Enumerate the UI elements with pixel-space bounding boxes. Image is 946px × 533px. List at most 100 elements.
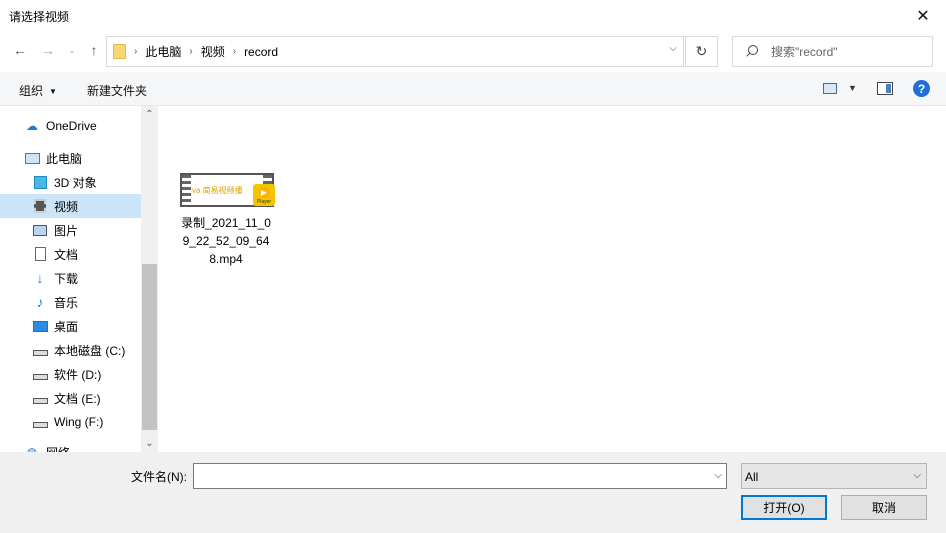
- breadcrumb-videos[interactable]: 视频: [201, 43, 225, 60]
- nav-item-label: 视频: [54, 199, 79, 214]
- chevron-down-icon: ⌵: [913, 470, 921, 481]
- file-item[interactable]: va 简易视频播 Player 录制_2021_11_09_22_52_09_6…: [178, 170, 275, 268]
- nav-item-label: 音乐: [54, 295, 79, 310]
- cube-icon: [32, 175, 48, 189]
- nav-item-label: 网络: [46, 444, 70, 453]
- organize-button[interactable]: 组织 ▼: [19, 82, 57, 99]
- nav-item-label: 此电脑: [46, 151, 83, 166]
- nav-item-desktop[interactable]: 桌面: [0, 314, 141, 338]
- drive-icon: [32, 367, 48, 381]
- chevron-right-icon: ›: [134, 46, 138, 57]
- navigation-pane: ☁ OneDrive 此电脑 3D 对象 视频 图片 文档 ↓ 下载 ♪ 音乐 …: [0, 106, 141, 452]
- nav-item-network[interactable]: ◍ 网络: [0, 440, 141, 452]
- help-icon[interactable]: ?: [913, 80, 930, 97]
- nav-item-this-pc[interactable]: 此电脑: [0, 146, 141, 170]
- open-button[interactable]: 打开(O): [741, 495, 827, 520]
- drive-icon: [32, 343, 48, 357]
- breadcrumb-record[interactable]: record: [244, 45, 278, 59]
- preview-pane-icon[interactable]: [877, 82, 893, 95]
- window-title: 请选择视频: [9, 10, 70, 24]
- nav-item-label: Wing (F:): [54, 415, 104, 429]
- caret-down-icon: ▼: [49, 87, 57, 96]
- nav-item-downloads[interactable]: ↓ 下载: [0, 266, 141, 290]
- nav-item-drive-e[interactable]: 文档 (E:): [0, 386, 141, 410]
- title-bar: 请选择视频 ✕: [0, 0, 946, 31]
- view-options-icon[interactable]: [823, 83, 837, 94]
- scrollbar-thumb[interactable]: [142, 264, 157, 430]
- refresh-icon: ↻: [695, 43, 708, 59]
- search-input[interactable]: 搜索"record": [732, 36, 933, 67]
- arrow-up-icon: ↑: [90, 42, 98, 58]
- scroll-down-icon[interactable]: ⌄: [141, 435, 158, 452]
- filetype-select[interactable]: All ⌵: [741, 463, 927, 489]
- file-list: va 简易视频播 Player 录制_2021_11_09_22_52_09_6…: [158, 106, 946, 452]
- nav-scrollbar[interactable]: ⌃ ⌄: [141, 106, 158, 452]
- search-placeholder: 搜索"record": [771, 45, 838, 59]
- bottom-bar: 文件名(N): ⌵ All ⌵ 打开(O) 取消: [0, 452, 946, 533]
- caret-down-icon[interactable]: ▼: [848, 83, 857, 93]
- documents-icon: [32, 247, 48, 261]
- filetype-value: All: [745, 470, 759, 484]
- filename-label: 文件名(N):: [131, 470, 187, 484]
- recent-locations-button[interactable]: ⌄: [62, 40, 82, 60]
- desktop-icon: [32, 319, 48, 333]
- nav-item-music[interactable]: ♪ 音乐: [0, 290, 141, 314]
- drive-icon: [32, 415, 48, 429]
- file-name: 录制_2021_11_09_22_52_09_648.mp4: [181, 216, 271, 266]
- nav-item-label: 文档: [54, 247, 79, 262]
- nav-item-label: 3D 对象: [54, 175, 97, 190]
- cancel-button[interactable]: 取消: [841, 495, 927, 520]
- back-button[interactable]: ←: [10, 40, 30, 60]
- network-icon: ◍: [26, 445, 38, 452]
- drive-icon: [32, 391, 48, 405]
- close-button[interactable]: ✕: [900, 0, 946, 31]
- nav-item-3d-objects[interactable]: 3D 对象: [0, 170, 141, 194]
- arrow-right-icon: →: [41, 42, 55, 58]
- up-button[interactable]: ↑: [84, 40, 104, 60]
- chevron-right-icon: ›: [232, 46, 237, 57]
- command-toolbar: 组织 ▼ 新建文件夹 ▼ ?: [0, 72, 946, 106]
- film-holes: [182, 175, 191, 205]
- chevron-down-icon[interactable]: ⌵: [714, 470, 722, 481]
- nav-item-label: 软件 (D:): [54, 367, 102, 382]
- nav-item-label: 桌面: [54, 319, 79, 334]
- download-icon: ↓: [36, 270, 44, 286]
- folder-icon: [113, 44, 126, 59]
- pictures-icon: [32, 223, 48, 237]
- nav-item-drive-f[interactable]: Wing (F:): [0, 410, 141, 434]
- nav-item-drive-c[interactable]: 本地磁盘 (C:): [0, 338, 141, 362]
- chevron-right-icon: ›: [189, 46, 193, 57]
- video-thumbnail: va 简易视频播 Player: [180, 170, 275, 210]
- forward-button[interactable]: →: [38, 40, 58, 60]
- nav-item-label: 本地磁盘 (C:): [54, 343, 126, 358]
- music-icon: ♪: [36, 294, 44, 310]
- badge-text: Player: [256, 199, 272, 205]
- address-row: ← → ⌄ ↑ › 此电脑 › 视频 › record ⌵ ↻ 搜索"recor…: [0, 31, 946, 71]
- organize-label: 组织: [19, 84, 44, 98]
- filename-input[interactable]: ⌵: [193, 463, 727, 489]
- nav-item-onedrive[interactable]: ☁ OneDrive: [0, 114, 141, 138]
- scroll-up-icon[interactable]: ⌃: [141, 106, 158, 123]
- nav-item-videos[interactable]: 视频: [0, 194, 141, 218]
- cloud-icon: ☁: [26, 119, 38, 133]
- computer-icon: [24, 151, 40, 165]
- nav-item-label: 下载: [54, 271, 79, 286]
- nav-item-label: 图片: [54, 223, 79, 238]
- refresh-button[interactable]: ↻: [685, 36, 718, 67]
- thumbnail-text: va 简易视频播: [192, 186, 243, 195]
- new-folder-button[interactable]: 新建文件夹: [87, 82, 147, 99]
- search-icon: [745, 44, 759, 59]
- nav-item-drive-d[interactable]: 软件 (D:): [0, 362, 141, 386]
- arrow-left-icon: ←: [13, 42, 27, 58]
- nav-item-documents[interactable]: 文档: [0, 242, 141, 266]
- nav-item-label: OneDrive: [46, 119, 97, 133]
- nav-item-pictures[interactable]: 图片: [0, 218, 141, 242]
- breadcrumb-this-pc[interactable]: 此电脑: [145, 43, 181, 60]
- video-folder-icon: [32, 199, 48, 213]
- address-bar[interactable]: › 此电脑 › 视频 › record ⌵: [106, 36, 684, 67]
- nav-item-label: 文档 (E:): [54, 391, 101, 406]
- player-badge-icon: Player: [253, 184, 275, 206]
- close-icon: ✕: [916, 7, 930, 25]
- chevron-down-icon: ⌄: [68, 44, 76, 55]
- chevron-down-icon[interactable]: ⌵: [669, 43, 677, 54]
